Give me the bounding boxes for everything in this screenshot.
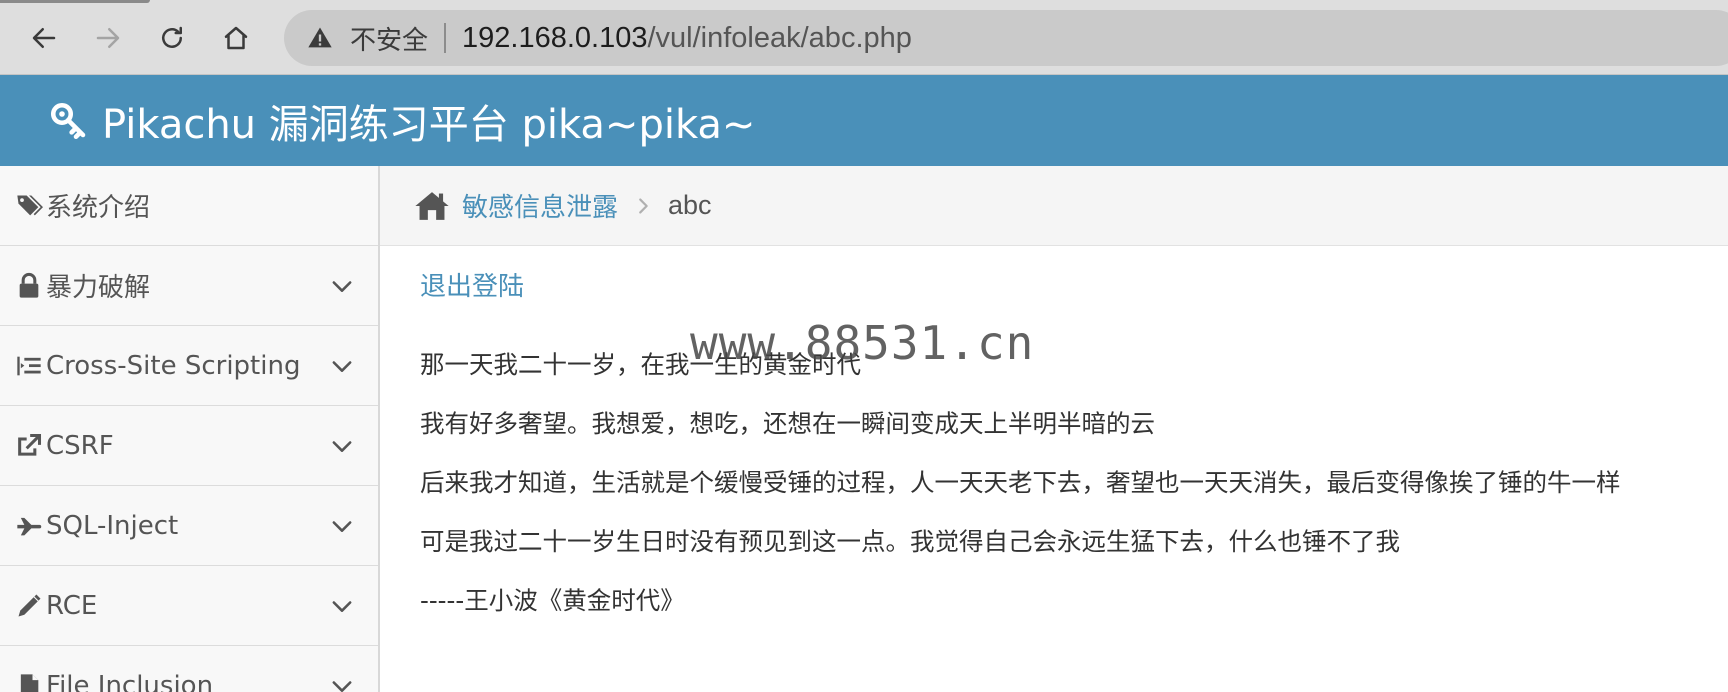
insecure-label[interactable]: 不安全	[350, 20, 428, 57]
chevron-down-icon	[332, 601, 352, 612]
chevron-down-icon	[332, 361, 352, 372]
sidebar-item-bruteforce[interactable]: 暴力破解	[0, 246, 378, 326]
reload-icon	[162, 26, 182, 48]
sidebar-item-xss[interactable]: Cross-Site Scripting	[0, 326, 378, 406]
share-icon	[12, 431, 46, 461]
sidebar-item-intro[interactable]: 系统介绍	[0, 166, 378, 246]
breadcrumb-current: abc	[668, 190, 712, 220]
home-icon[interactable]	[414, 189, 450, 223]
logout-link[interactable]: 退出登陆	[420, 266, 524, 303]
address-bar[interactable]: 不安全 192.168.0.103/vul/infoleak/abc.php	[284, 10, 1728, 66]
home-outline-icon	[224, 26, 248, 50]
key-icon	[50, 102, 86, 139]
arrow-right-icon	[96, 28, 120, 48]
chevron-down-icon	[332, 521, 352, 532]
site-header: Pikachu 漏洞练习平台 pika~pika~	[0, 75, 1728, 166]
back-button[interactable]	[24, 18, 64, 58]
sidebar-item-label: RCE	[46, 590, 98, 621]
browser-toolbar: 不安全 192.168.0.103/vul/infoleak/abc.php	[0, 0, 1728, 75]
sidebar-item-label: SQL-Inject	[46, 510, 179, 541]
url-path: /vul/infoleak/abc.php	[647, 21, 912, 54]
sidebar-item-sql-inject[interactable]: SQL-Inject	[0, 486, 378, 566]
address-divider	[444, 23, 447, 53]
site-title[interactable]: Pikachu 漏洞练习平台 pika~pika~	[102, 92, 755, 150]
sidebar-item-csrf[interactable]: CSRF	[0, 406, 378, 486]
poem-line: -----王小波《黄金时代》	[420, 586, 685, 615]
file-icon	[12, 671, 46, 692]
reload-button[interactable]	[152, 18, 192, 58]
plane-icon	[12, 511, 46, 541]
sidebar-item-file-inclusion[interactable]: File Inclusion	[0, 646, 378, 692]
chevron-down-icon	[332, 281, 352, 292]
sidebar-item-label: Cross-Site Scripting	[46, 350, 301, 381]
forward-button[interactable]	[88, 18, 128, 58]
main-content: 退出登陆 那一天我二十一岁，在我一生的黄金时代 我有好多奢望。我想爱，想吃，还想…	[380, 246, 1728, 692]
warning-icon[interactable]	[306, 24, 334, 52]
tags-icon	[12, 191, 46, 221]
home-button[interactable]	[216, 18, 256, 58]
breadcrumb: 敏感信息泄露 abc	[380, 166, 1728, 246]
url-host: 192.168.0.103	[462, 21, 648, 54]
sidebar-item-label: CSRF	[46, 430, 114, 461]
chevron-down-icon	[332, 441, 352, 452]
watermark: www.88531.cn	[690, 316, 1035, 370]
sidebar-item-label: 暴力破解	[46, 273, 151, 303]
poem-line: 我有好多奢望。我想爱，想吃，还想在一瞬间变成天上半明半暗的云	[420, 409, 1155, 438]
pencil-icon	[12, 591, 46, 621]
arrow-left-icon	[32, 28, 56, 48]
sidebar-item-label: 系统介绍	[46, 193, 151, 223]
poem-line: 后来我才知道，生活就是个缓慢受锤的过程，人一天天老下去，奢望也一天天消失，最后变…	[420, 468, 1621, 497]
chevron-right-icon	[639, 197, 648, 214]
poem-line: 可是我过二十一岁生日时没有预见到这一点。我觉得自己会永远生猛下去，什么也锤不了我	[420, 527, 1400, 556]
sidebar-item-label: File Inclusion	[46, 670, 214, 692]
indent-icon	[12, 351, 46, 381]
breadcrumb-parent-link[interactable]: 敏感信息泄露	[462, 187, 618, 224]
sidebar-item-rce[interactable]: RCE	[0, 566, 378, 646]
url-text[interactable]: 192.168.0.103/vul/infoleak/abc.php	[462, 22, 912, 55]
chevron-down-icon	[332, 681, 352, 692]
active-tab-edge	[0, 0, 150, 3]
lock-icon	[12, 271, 46, 301]
sidebar: 系统介绍 暴力破解 Cross-Site Scripting CSRF SQL-…	[0, 166, 380, 692]
